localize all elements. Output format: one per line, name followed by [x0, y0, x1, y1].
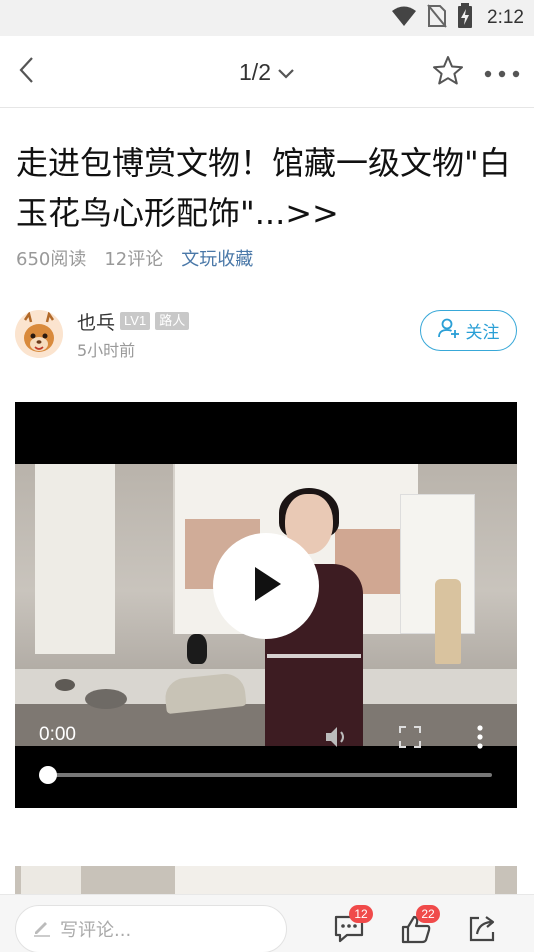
- chevron-down-icon: [277, 59, 295, 86]
- article-title: 走进包博赏文物！馆藏一级文物"白玉花鸟心形配饰"...>>: [16, 144, 511, 232]
- play-icon: [249, 565, 283, 607]
- video-scene-vase: [187, 634, 207, 664]
- add-user-icon: [437, 317, 460, 344]
- favorite-button[interactable]: [428, 52, 468, 92]
- status-time: 2:12: [487, 7, 524, 28]
- video-scene-artifact: [85, 689, 127, 709]
- back-arrow-icon: [18, 56, 34, 88]
- author-name-row: 也乓 LV1 路人: [77, 308, 190, 335]
- vertical-more-icon: [477, 725, 483, 749]
- video-player[interactable]: 0:00: [15, 402, 517, 808]
- post-time: 5小时前: [77, 341, 136, 360]
- category-link[interactable]: 文玩收藏: [181, 245, 253, 271]
- comment-count-badge: 12: [349, 905, 373, 923]
- battery-charging-icon: [457, 3, 473, 33]
- read-count: 650阅读: [16, 249, 87, 270]
- comment-count: 12评论: [104, 249, 164, 270]
- avatar[interactable]: [15, 310, 63, 358]
- more-icon: [484, 63, 520, 82]
- article-meta: 650阅读 12评论 文玩收藏: [16, 244, 253, 272]
- comment-placeholder: 写评论...: [60, 920, 132, 941]
- page-switcher[interactable]: 1/2: [239, 54, 295, 90]
- share-button[interactable]: [462, 909, 502, 949]
- video-progress-knob[interactable]: [39, 766, 57, 784]
- video-current-time: 0:00: [39, 724, 76, 745]
- follow-button[interactable]: 关注: [420, 310, 517, 351]
- mute-button[interactable]: [323, 724, 349, 750]
- share-icon: [469, 916, 495, 942]
- nav-bar: 1/2: [0, 36, 534, 108]
- star-icon: [432, 55, 464, 89]
- video-progress-track[interactable]: [47, 773, 492, 777]
- fullscreen-button[interactable]: [397, 724, 423, 750]
- video-menu-button[interactable]: [470, 722, 490, 752]
- like-count-badge: 22: [416, 905, 440, 923]
- fullscreen-icon: [399, 726, 421, 748]
- comments-button[interactable]: 12: [329, 905, 373, 949]
- deer-avatar-icon: [15, 310, 63, 358]
- comment-input[interactable]: 写评论...: [15, 905, 287, 952]
- like-button[interactable]: 22: [396, 905, 440, 949]
- author-name[interactable]: 也乓: [77, 308, 115, 335]
- video-scene-artifact: [435, 579, 461, 664]
- video-scene-artifact: [55, 679, 75, 691]
- more-button[interactable]: [480, 52, 524, 92]
- no-sim-icon: [427, 4, 447, 32]
- level-badge: LV1: [120, 312, 151, 330]
- page-indicator: 1/2: [239, 58, 271, 85]
- video-scene-belt: [267, 654, 361, 658]
- follow-label: 关注: [465, 323, 500, 343]
- video-scene-panel: [35, 464, 115, 654]
- bottom-bar: 写评论... 12 22: [0, 894, 534, 952]
- status-icons: 2:12: [391, 0, 524, 36]
- volume-icon: [326, 727, 344, 747]
- pencil-icon: [32, 917, 52, 942]
- back-button[interactable]: [6, 52, 46, 92]
- play-button[interactable]: [213, 533, 319, 639]
- status-bar: 2:12: [0, 0, 534, 36]
- rank-badge: 路人: [155, 312, 190, 330]
- wifi-icon: [391, 5, 417, 31]
